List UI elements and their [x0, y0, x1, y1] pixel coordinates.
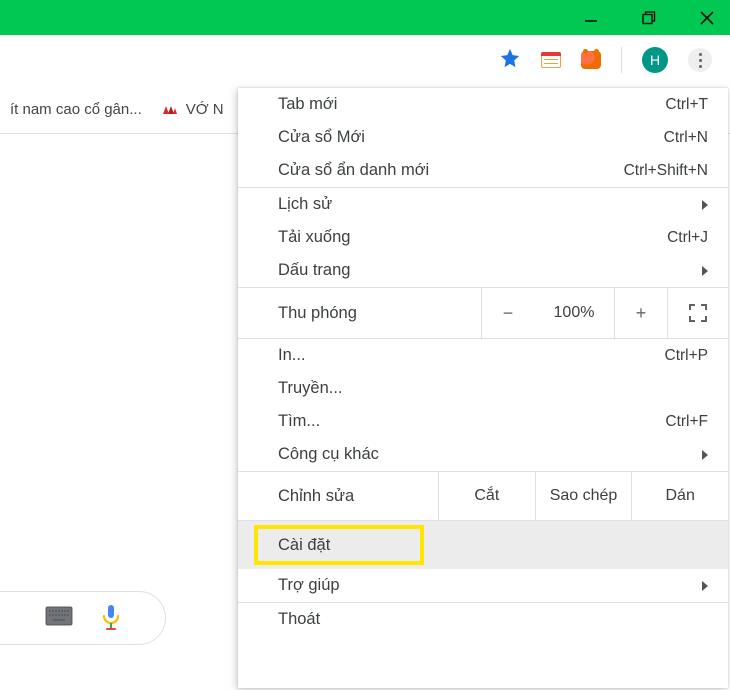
edit-paste-button[interactable]: Dán: [631, 472, 728, 520]
menu-edit-row: Chỉnh sửa Cắt Sao chép Dán: [238, 472, 728, 520]
bookmark-item[interactable]: VỚ N: [162, 101, 224, 118]
window-controls: [580, 0, 718, 35]
titlebar: [0, 0, 730, 35]
menu-help[interactable]: Trợ giúp: [238, 569, 728, 602]
submenu-arrow-icon: [702, 450, 708, 460]
menu-label: Trợ giúp: [278, 576, 696, 595]
profile-avatar[interactable]: H: [642, 47, 668, 73]
edit-copy-button[interactable]: Sao chép: [535, 472, 632, 520]
menu-shortcut: Ctrl+Shift+N: [624, 162, 708, 180]
toolbar-separator: [621, 47, 622, 73]
menu-cast[interactable]: Truyền...: [238, 372, 728, 405]
menu-shortcut: Ctrl+T: [665, 96, 708, 114]
menu-label: In...: [278, 346, 665, 365]
mic-icon[interactable]: [101, 604, 121, 632]
menu-label: Tìm...: [278, 412, 665, 431]
menu-new-tab[interactable]: Tab mới Ctrl+T: [238, 88, 728, 121]
submenu-arrow-icon: [702, 200, 708, 210]
extension-calendar-icon[interactable]: [541, 52, 561, 68]
fullscreen-icon: [688, 303, 708, 323]
minimize-button[interactable]: [580, 7, 602, 29]
menu-label: Tải xuống: [278, 228, 667, 247]
menu-more-tools[interactable]: Công cụ khác: [238, 438, 728, 471]
menu-bookmarks[interactable]: Dấu trang: [238, 254, 728, 287]
zoom-value: 100%: [534, 288, 614, 338]
fullscreen-button[interactable]: [667, 288, 728, 338]
menu-new-incognito[interactable]: Cửa sổ ẩn danh mới Ctrl+Shift+N: [238, 154, 728, 187]
submenu-arrow-icon: [702, 266, 708, 276]
bookmark-favicon-icon: [162, 103, 178, 115]
menu-new-window[interactable]: Cửa sổ Mới Ctrl+N: [238, 121, 728, 154]
menu-history[interactable]: Lịch sử: [238, 188, 728, 221]
menu-label: Cửa sổ Mới: [278, 128, 664, 147]
menu-exit[interactable]: Thoát: [238, 603, 728, 636]
search-pill: [0, 591, 166, 645]
menu-label: Tab mới: [278, 95, 665, 114]
menu-label: Công cụ khác: [278, 445, 696, 464]
menu-shortcut: Ctrl+J: [667, 229, 708, 247]
menu-shortcut: Ctrl+N: [664, 129, 708, 147]
edit-label: Chỉnh sửa: [238, 487, 438, 506]
extension-animal-icon[interactable]: [581, 51, 601, 69]
close-button[interactable]: [696, 7, 718, 29]
menu-zoom: Thu phóng − 100% +: [238, 288, 728, 338]
chrome-window: H ít nam cao cổ gân... VỚ N: [0, 0, 730, 690]
menu-label: Dấu trang: [278, 261, 696, 280]
menu-label: Lịch sử: [278, 195, 696, 214]
menu-settings[interactable]: Cài đặt: [238, 521, 728, 569]
menu-shortcut: Ctrl+F: [665, 413, 708, 431]
menu-label: Thoát: [278, 610, 708, 629]
bookmark-label: ít nam cao cổ gân...: [10, 101, 142, 118]
bookmark-label: VỚ N: [186, 101, 224, 118]
zoom-out-button[interactable]: −: [481, 288, 534, 338]
bookmark-star-icon[interactable]: [499, 47, 521, 74]
toolbar: H: [0, 35, 730, 86]
menu-label: Cửa sổ ẩn danh mới: [278, 161, 624, 180]
keyboard-icon[interactable]: [45, 606, 73, 631]
zoom-label: Thu phóng: [238, 288, 481, 338]
menu-shortcut: Ctrl+P: [665, 347, 709, 365]
chrome-menu: Tab mới Ctrl+T Cửa sổ Mới Ctrl+N Cửa sổ …: [238, 88, 728, 688]
menu-print[interactable]: In... Ctrl+P: [238, 339, 728, 372]
menu-button[interactable]: [688, 48, 712, 72]
menu-find[interactable]: Tìm... Ctrl+F: [238, 405, 728, 438]
bookmark-item[interactable]: ít nam cao cổ gân...: [10, 101, 142, 118]
menu-label: Cài đặt: [278, 536, 330, 555]
menu-downloads[interactable]: Tải xuống Ctrl+J: [238, 221, 728, 254]
zoom-in-button[interactable]: +: [614, 288, 667, 338]
edit-cut-button[interactable]: Cắt: [438, 472, 535, 520]
menu-label: Truyền...: [278, 379, 708, 398]
maximize-button[interactable]: [638, 7, 660, 29]
submenu-arrow-icon: [702, 581, 708, 591]
